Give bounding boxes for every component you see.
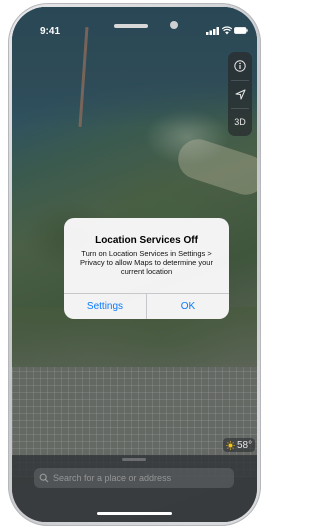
3d-button[interactable]: 3D (228, 108, 252, 136)
battery-icon (234, 27, 248, 34)
settings-button[interactable]: Settings (64, 294, 146, 319)
info-icon (234, 60, 246, 72)
cellular-signal-icon (206, 27, 219, 35)
location-arrow-icon (235, 89, 245, 99)
map-controls: 3D (228, 52, 252, 136)
wifi-icon (222, 26, 232, 35)
status-bar: 9:41 (12, 7, 257, 47)
weather-badge: 58° (223, 438, 256, 452)
search-placeholder: Search for a place or address (53, 473, 172, 483)
front-camera (170, 21, 178, 29)
3d-label: 3D (234, 117, 246, 127)
info-button[interactable] (228, 52, 252, 80)
location-services-alert: Location Services Off Turn on Location S… (64, 218, 229, 319)
speaker-grille (114, 24, 148, 28)
alert-message: Turn on Location Services in Settings > … (80, 249, 213, 276)
home-indicator[interactable] (97, 512, 172, 515)
search-icon (39, 473, 49, 483)
map-beach (173, 134, 257, 200)
search-input[interactable]: Search for a place or address (34, 468, 234, 488)
alert-title: Location Services Off (95, 235, 198, 246)
temperature: 58° (237, 439, 253, 451)
sheet-grabber[interactable] (122, 458, 146, 461)
phone-screen: 9:41 3D Location Services Off Turn on Lo… (12, 7, 257, 522)
status-time: 9:41 (40, 26, 61, 37)
sun-icon (226, 440, 235, 450)
ok-button[interactable]: OK (147, 294, 229, 319)
location-button[interactable] (228, 80, 252, 108)
